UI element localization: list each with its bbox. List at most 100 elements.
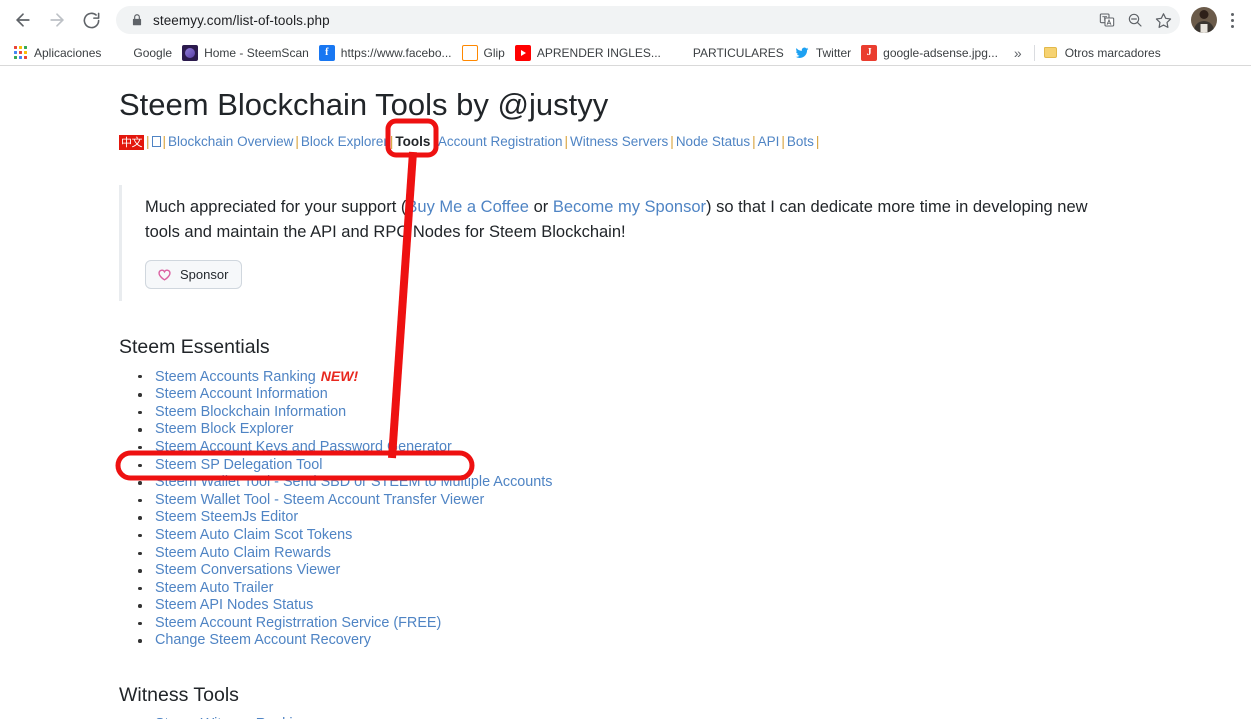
back-arrow-icon [16,13,30,27]
heart-icon [158,269,171,281]
bookmark-aplicaciones[interactable]: Aplicaciones [8,43,107,63]
list-item[interactable]: Steem Accounts Ranking NEW! [138,367,1131,386]
tool-link[interactable]: Steem Wallet Tool - Send SBD or STEEM to… [155,474,553,490]
become-my-sponsor-link[interactable]: Become my Sponsor [553,198,706,216]
url-text: steemyy.com/list-of-tools.php [153,12,330,28]
tool-link[interactable]: Steem Blockchain Information [155,404,346,420]
page-title: Steem Blockchain Tools by @justyy [119,87,609,122]
buy-me-a-coffee-link[interactable]: Buy Me a Coffee [406,198,529,216]
tool-link[interactable]: Steem Account Keys and Password Generato… [155,439,452,455]
tool-link[interactable]: Steem Account Information [155,386,328,402]
avatar-head [1199,10,1209,19]
bookmark-glip[interactable]: R Glip [458,43,511,63]
bookmark-star-icon[interactable] [1152,9,1174,31]
bookmark-otros-marcadores[interactable]: Otros marcadores [1039,43,1167,63]
nav-item-bots[interactable]: Bots [787,134,814,149]
nav-item-blockchain-overview[interactable]: Blockchain Overview [168,134,293,149]
list-item[interactable]: Steem Account Information [138,386,1131,403]
bookmark-aprender-ingles[interactable]: APRENDER INGLES... [511,43,667,63]
list-item[interactable]: Steem Auto Claim Rewards [138,545,1131,562]
bookmark-label: google-adsense.jpg... [883,45,998,60]
bookmarks-divider [1033,44,1035,61]
bookmark-google[interactable]: G Google [107,43,178,63]
tool-link[interactable]: Steem Auto Trailer [155,580,273,596]
sponsor-text: Much appreciated for your support (Buy M… [145,195,1123,245]
nav-item-tools[interactable]: Tools [395,134,430,149]
sponsor-text-part1: Much appreciated for your support ( [145,198,407,217]
tool-link[interactable]: Steem Auto Claim Scot Tokens [155,527,352,543]
folder-icon [1043,45,1059,61]
bookmark-google-adsense[interactable]: J google-adsense.jpg... [857,43,1004,63]
avatar-shirt [1200,24,1208,33]
web-page-viewport: Steem Blockchain Tools by @justyy 中文 | | Bl… [0,66,1251,719]
bookmark-twitter[interactable]: Twitter [790,43,857,63]
nav-item-witness-servers[interactable]: Witness Servers [570,134,668,149]
list-item[interactable]: Steem Block Explorer [138,421,1131,438]
back-button[interactable] [8,5,38,35]
page-content: Steem Blockchain Tools by @justyy 中文 | | Bl… [119,66,1131,719]
list-item[interactable]: Steem API Nodes Status [138,597,1131,614]
bookmark-label: PARTICULARES [692,45,784,60]
reload-icon [83,12,99,28]
zoom-out-icon[interactable] [1124,9,1146,31]
address-bar[interactable]: steemyy.com/list-of-tools.php [116,6,1180,34]
bookmark-steemscan[interactable]: Home - SteemScan [178,43,315,63]
youtube-icon [514,44,531,61]
list-item[interactable]: Steem Blockchain Information [138,404,1131,421]
list-item-highlighted[interactable]: Steem Wallet Tool - Steem Account Transf… [138,492,1131,509]
bookmark-label: Home - SteemScan [204,45,309,60]
sponsor-button-label: Sponsor [180,267,229,283]
list-item[interactable]: Steem Conversations Viewer [138,562,1131,579]
list-item[interactable]: Steem Wallet Tool - Send SBD or STEEM to… [138,474,1131,491]
list-item[interactable]: Steem SteemJs Editor [138,509,1131,526]
list-item[interactable]: Steem Account Keys and Password Generato… [138,439,1131,456]
bookmark-facebook[interactable]: f https://www.facebo... [315,43,458,63]
sponsor-text-mid: or [529,198,553,217]
nav-item-api[interactable]: API [758,134,780,149]
translate-icon[interactable] [1096,9,1118,31]
list-item[interactable]: Steem Auto Claim Scot Tokens [138,527,1131,544]
forward-arrow-icon [50,13,64,27]
glip-icon: R [461,44,478,61]
nav-missing-glyph-icon[interactable] [151,136,161,148]
lock-icon [132,14,142,26]
jpg-file-icon: J [861,44,878,61]
list-item[interactable]: Change Steem Account Recovery [138,632,1131,649]
tool-link[interactable]: Steem Account Registrration Service (FRE… [155,615,441,631]
nav-item-block-explorer[interactable]: Block Explorer [301,134,388,149]
bookmark-label: https://www.facebo... [340,45,452,60]
tool-link[interactable]: Steem Block Explorer [155,421,293,437]
tool-link[interactable]: Steem Accounts Ranking [155,369,316,385]
tool-link[interactable]: Steem Conversations Viewer [155,562,340,578]
bookmark-label: Aplicaciones [34,45,102,60]
site-nav: 中文 | | Blockchain Overview | Block Explorer | T… [119,134,820,151]
tool-list-steem-essentials: Steem Accounts Ranking NEW! Steem Account… [119,368,1131,650]
bookmark-label: Twitter [815,45,852,60]
forward-button[interactable] [42,5,72,35]
apps-grid-icon [12,45,28,61]
tool-link-transfer-viewer[interactable]: Steem Wallet Tool - Steem Account Transf… [155,492,484,508]
bookmark-label: APRENDER INGLES... [536,45,661,60]
bookmark-particulares[interactable]: P PARTICULARES [667,43,790,63]
reload-button[interactable] [76,5,106,35]
tool-link[interactable]: Change Steem Account Recovery [155,632,371,648]
facebook-icon: f [318,44,335,61]
bookmark-label: Otros marcadores [1064,45,1161,60]
tool-link[interactable]: Steem SteemJs Editor [155,509,298,525]
tool-link[interactable]: Steem Auto Claim Rewards [155,545,331,561]
list-item[interactable]: Steem Auto Trailer [138,580,1131,597]
list-item[interactable]: Steem Account Registrration Service (FRE… [138,615,1131,632]
tool-link[interactable]: Steem SP Delegation Tool [155,457,322,473]
list-item[interactable]: Steem SP Delegation Tool [138,457,1131,474]
sponsor-button[interactable]: Sponsor [145,260,243,290]
bookmarks-overflow-button[interactable]: » [1006,45,1030,61]
profile-avatar[interactable] [1191,7,1217,33]
nav-chinese-badge[interactable]: 中文 [119,135,144,151]
new-badge: NEW! [320,367,359,384]
nav-item-account-registration[interactable]: Account Registration [438,134,563,149]
tool-link[interactable]: Steem API Nodes Status [155,597,313,613]
section-title-witness-tools: Witness Tools [119,684,239,707]
nav-item-node-status[interactable]: Node Status [676,134,750,149]
bookmark-label: Google [133,45,173,60]
browser-menu-button[interactable] [1221,5,1243,35]
